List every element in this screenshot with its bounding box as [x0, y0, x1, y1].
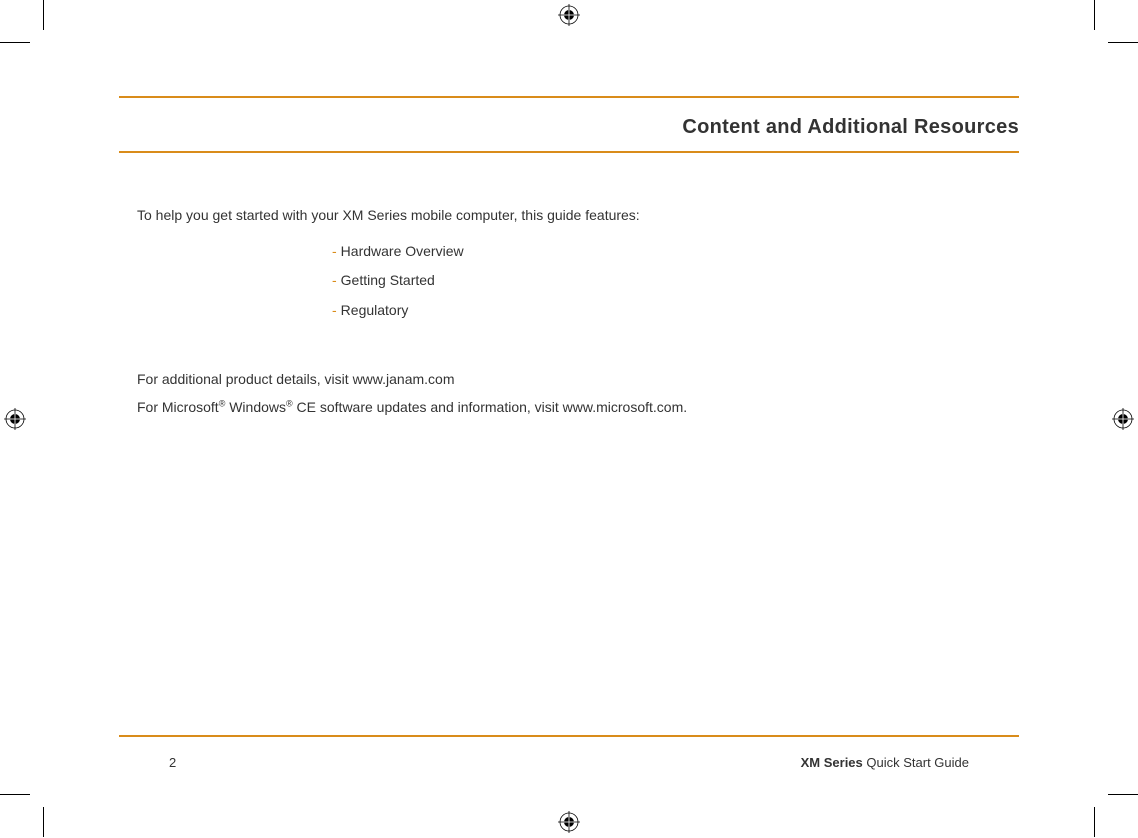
text-fragment: For Microsoft	[137, 399, 219, 415]
url-text: www.janam.com	[353, 371, 455, 387]
list-item: -Hardware Overview	[332, 237, 1019, 266]
bullet-dash-icon: -	[332, 243, 337, 259]
crop-mark	[1094, 0, 1095, 30]
additional-line-2: For Microsoft® Windows® CE software upda…	[137, 393, 1019, 421]
document-title: XM Series Quick Start Guide	[801, 755, 969, 770]
doc-series: XM Series	[801, 755, 863, 770]
crop-mark	[1108, 42, 1138, 43]
intro-text: To help you get started with your XM Ser…	[137, 207, 1019, 223]
bullet-dash-icon: -	[332, 302, 337, 318]
page-number: 2	[169, 755, 176, 770]
feature-list: -Hardware Overview -Getting Started -Reg…	[332, 237, 1019, 325]
additional-line-1: For additional product details, visit ww…	[137, 365, 1019, 393]
additional-resources: For additional product details, visit ww…	[137, 365, 1019, 421]
list-item: -Getting Started	[332, 266, 1019, 295]
list-item: -Regulatory	[332, 296, 1019, 325]
page-title: Content and Additional Resources	[119, 116, 1019, 151]
header-rule	[119, 151, 1019, 153]
feature-label: Getting Started	[341, 272, 435, 288]
footer-rule	[119, 735, 1019, 737]
registration-mark-icon	[1112, 408, 1134, 430]
bullet-dash-icon: -	[332, 272, 337, 288]
registered-mark: ®	[286, 399, 293, 409]
text-fragment: CE software updates and information, vis…	[293, 399, 687, 415]
feature-label: Regulatory	[341, 302, 409, 318]
registration-mark-icon	[558, 4, 580, 26]
crop-mark	[43, 0, 44, 30]
registration-mark-icon	[558, 811, 580, 833]
registration-mark-icon	[4, 408, 26, 430]
footer: 2 XM Series Quick Start Guide	[119, 735, 1019, 770]
text-fragment: Windows	[225, 399, 286, 415]
footer-row: 2 XM Series Quick Start Guide	[119, 755, 1019, 770]
crop-mark	[0, 42, 30, 43]
crop-mark	[1094, 807, 1095, 837]
text-fragment: For additional product details, visit	[137, 371, 353, 387]
body-content: To help you get started with your XM Ser…	[137, 207, 1019, 421]
crop-mark	[0, 794, 30, 795]
feature-label: Hardware Overview	[341, 243, 464, 259]
doc-subtitle: Quick Start Guide	[863, 755, 969, 770]
crop-mark	[43, 807, 44, 837]
page-content: Content and Additional Resources To help…	[119, 96, 1019, 421]
header-rule	[119, 96, 1019, 98]
crop-mark	[1108, 794, 1138, 795]
